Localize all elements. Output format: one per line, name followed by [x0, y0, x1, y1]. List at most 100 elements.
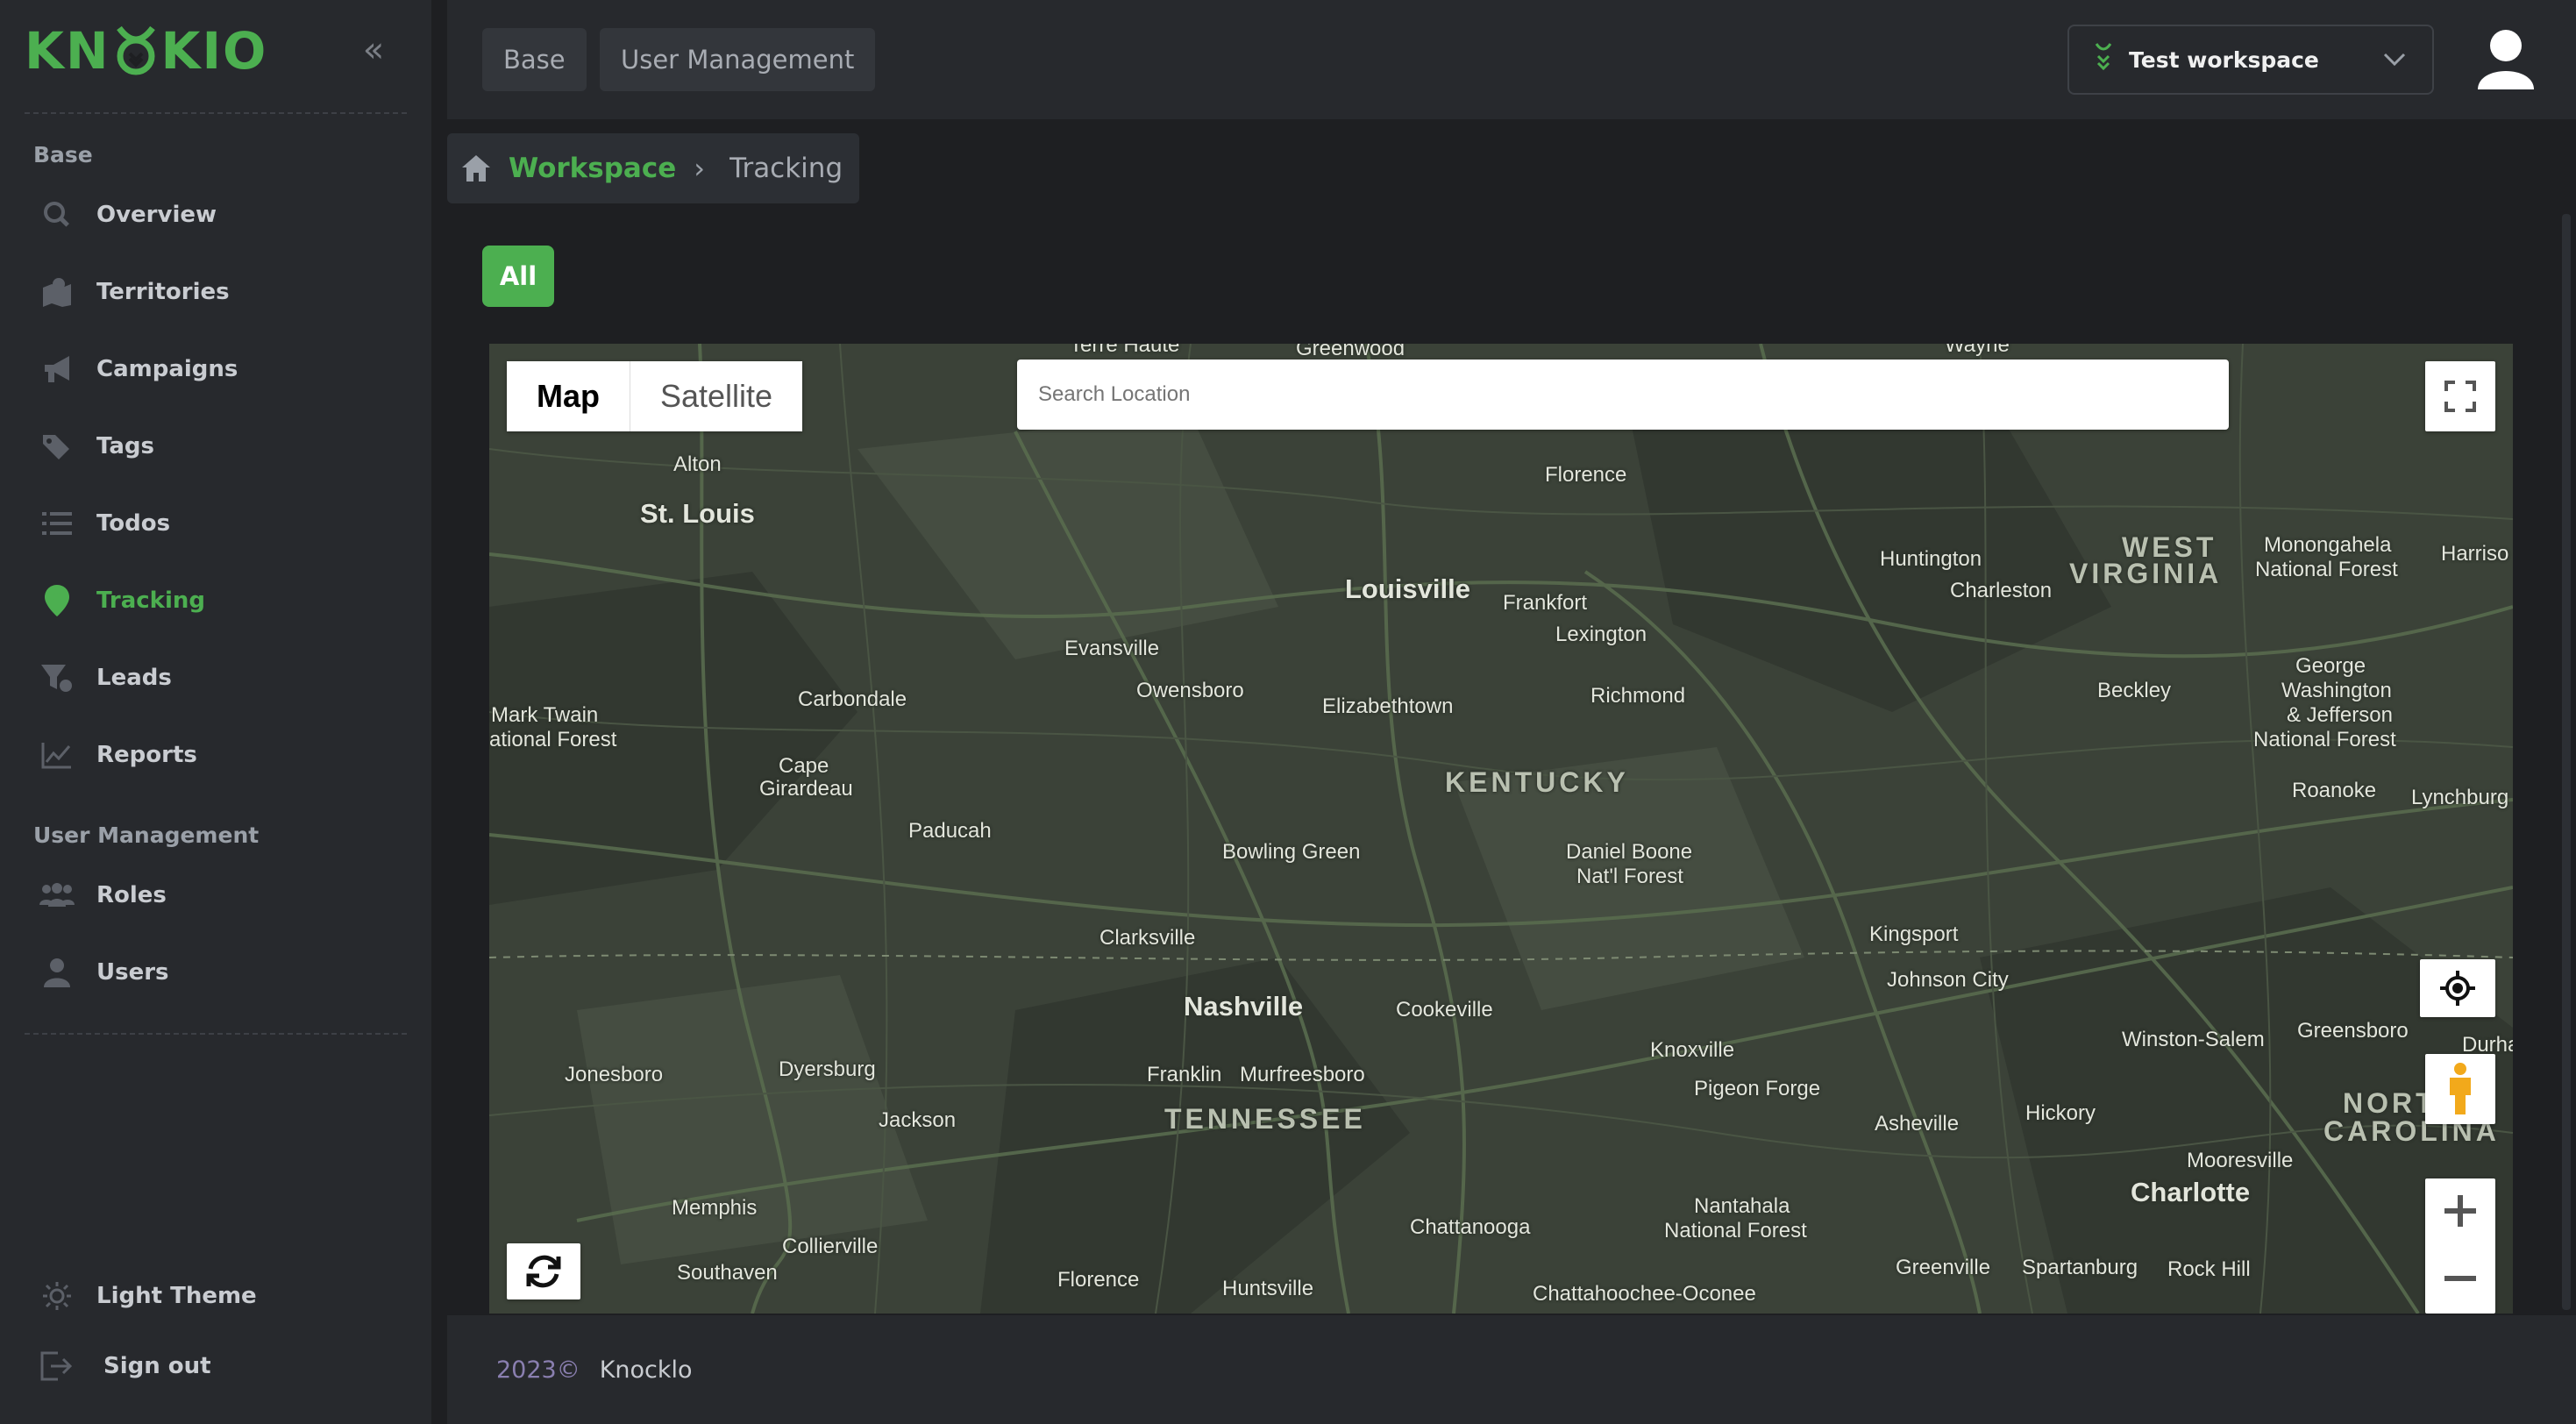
- megaphone-icon: [35, 354, 79, 384]
- map-label: Daniel Boone: [1566, 840, 1693, 864]
- workspace-name: Test workspace: [2129, 46, 2319, 73]
- sidebar-item-label: Users: [96, 959, 169, 986]
- map-label: Hickory: [2025, 1101, 2096, 1125]
- footer-year: 2023©: [496, 1356, 580, 1384]
- map-label: Huntsville: [1222, 1277, 1314, 1300]
- map-label: Nantahala: [1694, 1194, 1790, 1218]
- top-tab-base[interactable]: Base: [482, 28, 587, 91]
- map-label: Girardeau: [759, 777, 853, 801]
- footer: 2023© Knocklo: [447, 1315, 2576, 1424]
- breadcrumb-workspace-link[interactable]: Workspace: [509, 153, 676, 184]
- map-label: Carbondale: [798, 687, 907, 711]
- sidebar-item-users[interactable]: Users: [25, 942, 407, 1003]
- sidebar-item-label: Tracking: [96, 587, 205, 614]
- section-title-base: Base: [33, 142, 93, 167]
- map-label: Huntington: [1880, 547, 1982, 571]
- sidebar-item-label: Leads: [96, 665, 172, 691]
- user-avatar-icon[interactable]: [2473, 26, 2539, 93]
- sidebar-item-tracking[interactable]: Tracking: [25, 570, 407, 631]
- home-icon[interactable]: [459, 152, 493, 185]
- map-label: Chattahoochee-Oconee: [1533, 1282, 1756, 1306]
- zoom-out-icon[interactable]: [2443, 1261, 2478, 1299]
- map-type-control: Map Satellite: [507, 361, 803, 431]
- map-label: KENTUCKY: [1445, 766, 1629, 798]
- sidebar-item-reports[interactable]: Reports: [25, 724, 407, 786]
- brand-logo[interactable]: KN KIO: [25, 19, 267, 82]
- sign-out-button[interactable]: Sign out: [25, 1335, 407, 1397]
- map-label: Roanoke: [2292, 779, 2377, 802]
- map-type-satellite-button[interactable]: Satellite: [630, 361, 802, 431]
- refresh-icon[interactable]: [507, 1243, 580, 1299]
- sidebar-item-label: Reports: [96, 742, 197, 768]
- street-view-pegman-icon[interactable]: [2425, 1054, 2495, 1124]
- map-type-map-button[interactable]: Map: [507, 361, 630, 431]
- fullscreen-icon[interactable]: [2425, 361, 2495, 431]
- sidebar-item-todos[interactable]: Todos: [25, 493, 407, 554]
- map-label: Lexington: [1555, 623, 1647, 646]
- collapse-sidebar-icon[interactable]: «: [356, 32, 391, 70]
- sidebar-item-roles[interactable]: Roles: [25, 865, 407, 926]
- map-label: Southaven: [677, 1261, 778, 1285]
- search-icon: [35, 200, 79, 230]
- tracking-map[interactable]: Terre Haute Greenwood Wayne Alton St. Lo…: [489, 344, 2513, 1314]
- search-location-input[interactable]: [1017, 360, 2229, 430]
- sidebar-divider: [25, 1033, 407, 1035]
- map-label: Asheville: [1875, 1112, 1960, 1136]
- sidebar-item-label: Campaigns: [96, 356, 238, 382]
- group-icon: [35, 882, 79, 908]
- logo-text-right: KIO: [160, 21, 268, 81]
- sign-out-label: Sign out: [103, 1353, 211, 1379]
- map-label: Charlotte: [2131, 1177, 2251, 1207]
- workspace-select[interactable]: Test workspace: [2067, 25, 2434, 95]
- map-label: Lynchburg: [2411, 786, 2509, 809]
- map-label: Owensboro: [1136, 679, 1244, 702]
- map-label: VIRGINIA: [2069, 558, 2223, 589]
- app-root: KN KIO « Base Overview Territories Campa…: [0, 0, 2576, 1424]
- my-location-icon[interactable]: [2420, 959, 2495, 1017]
- map-label: Paducah: [908, 819, 992, 843]
- filter-icon: [35, 663, 79, 693]
- sidebar-item-leads[interactable]: Leads: [25, 647, 407, 708]
- list-icon: [35, 510, 79, 537]
- footer-brand: Knocklo: [599, 1356, 693, 1384]
- map-label: Elizabethtown: [1322, 694, 1454, 718]
- map-label: Kingsport: [1869, 922, 1959, 946]
- map-label: Wayne: [1945, 344, 2010, 357]
- map-label: Florence: [1545, 463, 1627, 487]
- page-scrollbar[interactable]: [2562, 214, 2571, 1310]
- map-label: Chattanooga: [1410, 1215, 1531, 1239]
- sidebar-item-label: Todos: [96, 510, 171, 537]
- zoom-control: [2425, 1178, 2495, 1314]
- map-label: Richmond: [1590, 684, 1686, 708]
- location-pin-icon: [35, 585, 79, 616]
- map-label: Knoxville: [1650, 1038, 1735, 1062]
- map-label: George: [2295, 654, 2366, 678]
- sidebar-item-campaigns[interactable]: Campaigns: [25, 338, 407, 400]
- map-label: Clarksville: [1099, 926, 1196, 950]
- map-label: Franklin: [1147, 1063, 1222, 1086]
- breadcrumb-current: Tracking: [729, 153, 843, 184]
- map-label: Winston-Salem: [2122, 1028, 2265, 1051]
- map-label: Florence: [1057, 1268, 1140, 1292]
- sign-out-icon: [35, 1351, 79, 1381]
- map-label: Dyersburg: [779, 1057, 876, 1081]
- zoom-in-icon[interactable]: [2443, 1193, 2478, 1232]
- sidebar-item-territories[interactable]: Territories: [25, 261, 407, 323]
- map-label: Rock Hill: [2167, 1257, 2251, 1281]
- tag-icon: [35, 431, 79, 461]
- map-label: Jackson: [879, 1108, 957, 1132]
- top-tab-user-management[interactable]: User Management: [600, 28, 876, 91]
- map-label: Bowling Green: [1222, 840, 1361, 864]
- map-label: Jonesboro: [565, 1063, 664, 1086]
- sidebar-item-tags[interactable]: Tags: [25, 416, 407, 477]
- filter-all-button[interactable]: All: [482, 246, 554, 307]
- breadcrumb: Workspace › Tracking: [447, 133, 859, 203]
- map-label: Mark Twain: [491, 703, 599, 727]
- map-label: Collierville: [782, 1235, 879, 1258]
- map-label: Washington: [2281, 679, 2392, 702]
- map-label: St. Louis: [640, 498, 755, 529]
- map-label: Terre Haute: [1070, 344, 1180, 357]
- sidebar-item-overview[interactable]: Overview: [25, 184, 407, 246]
- map-label: Memphis: [672, 1196, 758, 1220]
- light-theme-toggle[interactable]: Light Theme: [25, 1265, 407, 1327]
